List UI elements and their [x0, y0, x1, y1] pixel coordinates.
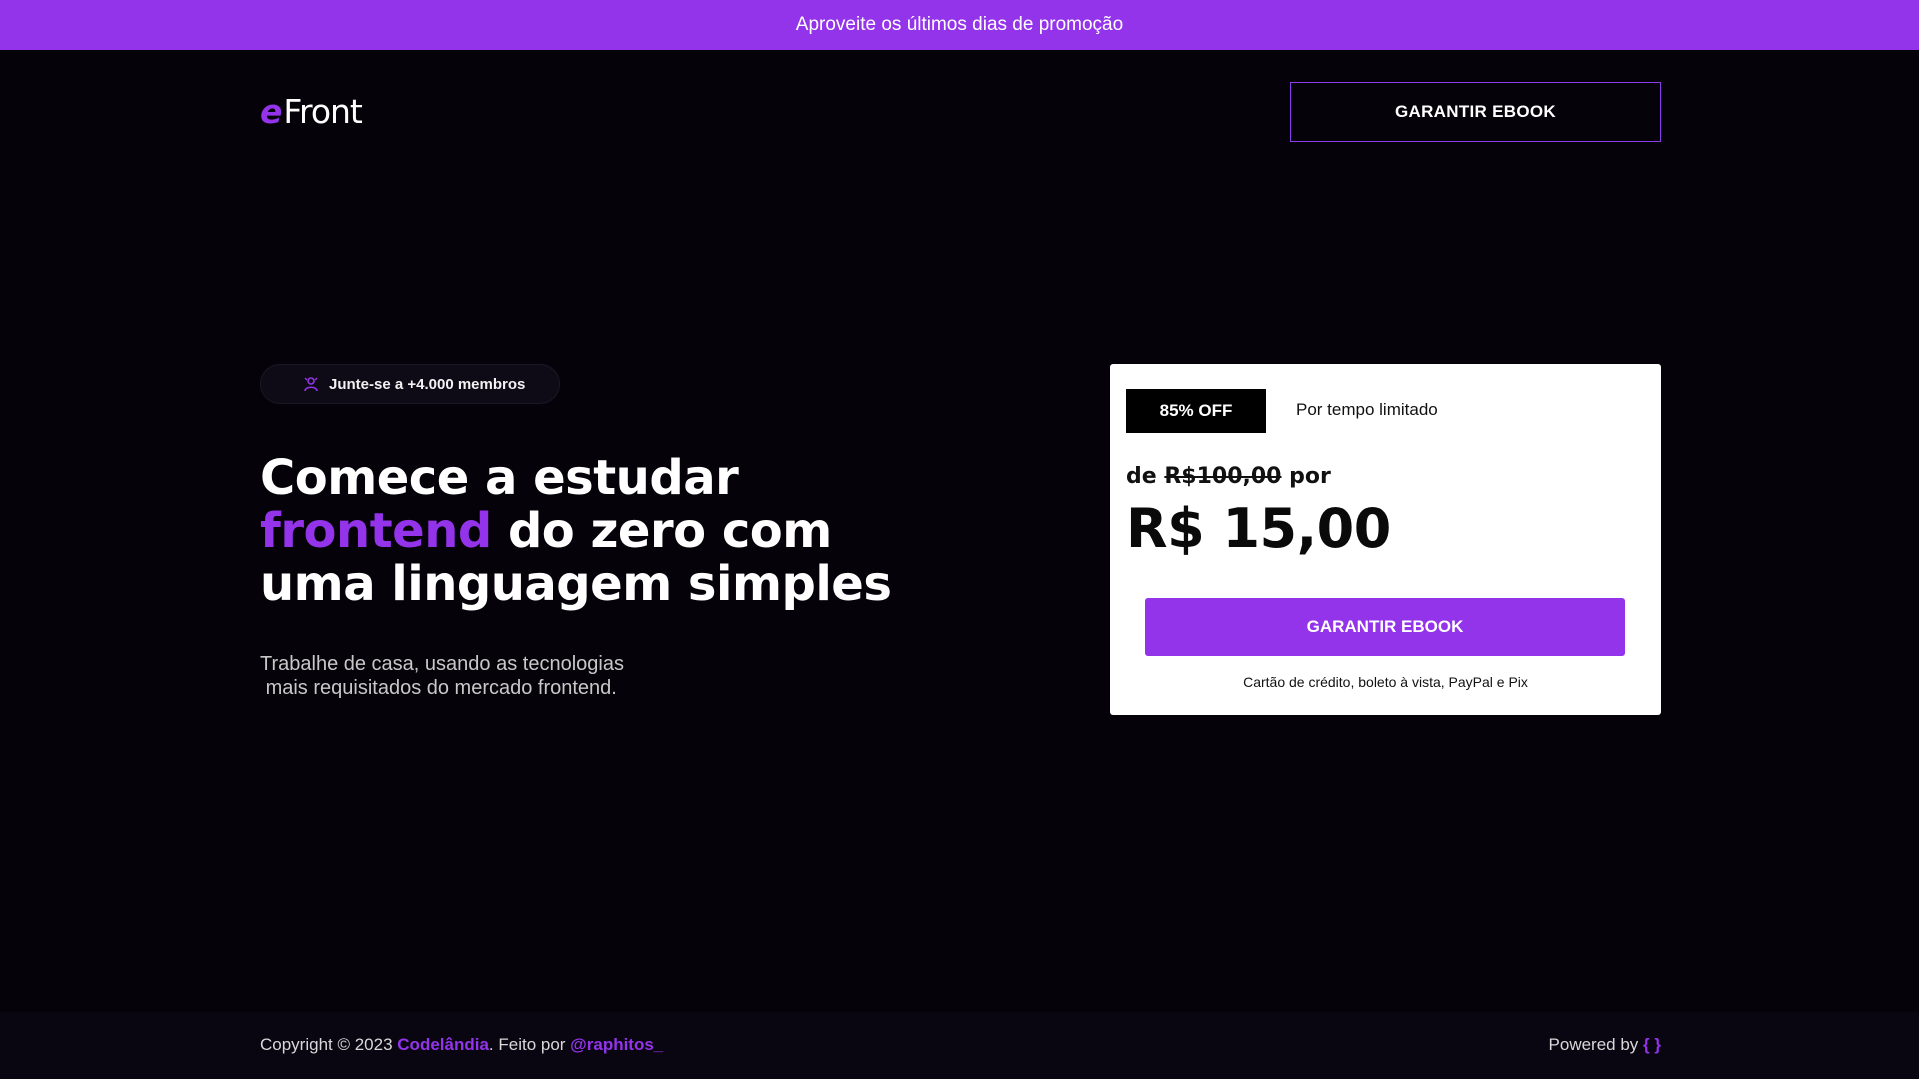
logo-mark: e — [260, 92, 282, 131]
limited-time-text: Por tempo limitado — [1296, 400, 1438, 419]
price-from-suffix: por — [1281, 464, 1331, 489]
members-text: Junte-se a +4.000 membros — [329, 375, 526, 393]
hero-title-line1: Comece a estudar — [260, 450, 739, 506]
hero-title-accent: frontend — [260, 503, 492, 559]
hero-title: Comece a estudar frontend do zero com um… — [260, 452, 960, 611]
footer: Copyright © 2023 Codelândia. Feito por @… — [0, 1012, 1919, 1079]
old-price: R$100,00 — [1164, 464, 1282, 489]
card-cta-button[interactable]: GARANTIR EBOOK — [1145, 598, 1625, 656]
footer-powered-by: Powered by { } — [1549, 1035, 1661, 1055]
current-price: R$ 15,00 — [1126, 497, 1391, 560]
logo[interactable]: e Front — [260, 92, 363, 131]
author-link[interactable]: @raphitos_ — [570, 1035, 663, 1054]
old-price-line: de R$100,00 por — [1126, 464, 1331, 489]
copyright-text: Copyright © 2023 — [260, 1035, 398, 1054]
hero-title-line2: do zero com — [491, 503, 832, 559]
users-icon — [304, 377, 318, 392]
promo-bar: Aproveite os últimos dias de promoção — [0, 0, 1919, 50]
promo-text: Aproveite os últimos dias de promoção — [795, 14, 1124, 35]
braces-icon[interactable]: { } — [1643, 1035, 1661, 1054]
hero-title-line3: uma linguagem simples — [260, 556, 892, 612]
header-cta-button[interactable]: GARANTIR EBOOK — [1290, 82, 1661, 142]
hero-subtitle-line1: Trabalhe de casa, usando as tecnologias — [260, 653, 624, 675]
logo-text: Front — [283, 92, 362, 131]
discount-badge: 85% OFF — [1126, 389, 1266, 433]
payment-methods: Cartão de crédito, boleto à vista, PayPa… — [1243, 674, 1528, 690]
price-from-prefix: de — [1126, 464, 1165, 489]
page: Aproveite os últimos dias de promoção e … — [0, 0, 1919, 1079]
made-by-text: . Feito por — [488, 1035, 571, 1054]
brand-link[interactable]: Codelândia — [397, 1035, 489, 1054]
hero-subtitle: Trabalhe de casa, usando as tecnologias … — [260, 652, 720, 700]
price-card: 85% OFF Por tempo limitado de R$100,00 p… — [1110, 364, 1661, 715]
footer-copyright: Copyright © 2023 Codelândia. Feito por @… — [260, 1035, 663, 1055]
hero-subtitle-line2: mais requisitados do mercado frontend. — [265, 677, 617, 699]
members-badge: Junte-se a +4.000 membros — [260, 364, 560, 404]
powered-by-text: Powered by — [1548, 1035, 1644, 1054]
